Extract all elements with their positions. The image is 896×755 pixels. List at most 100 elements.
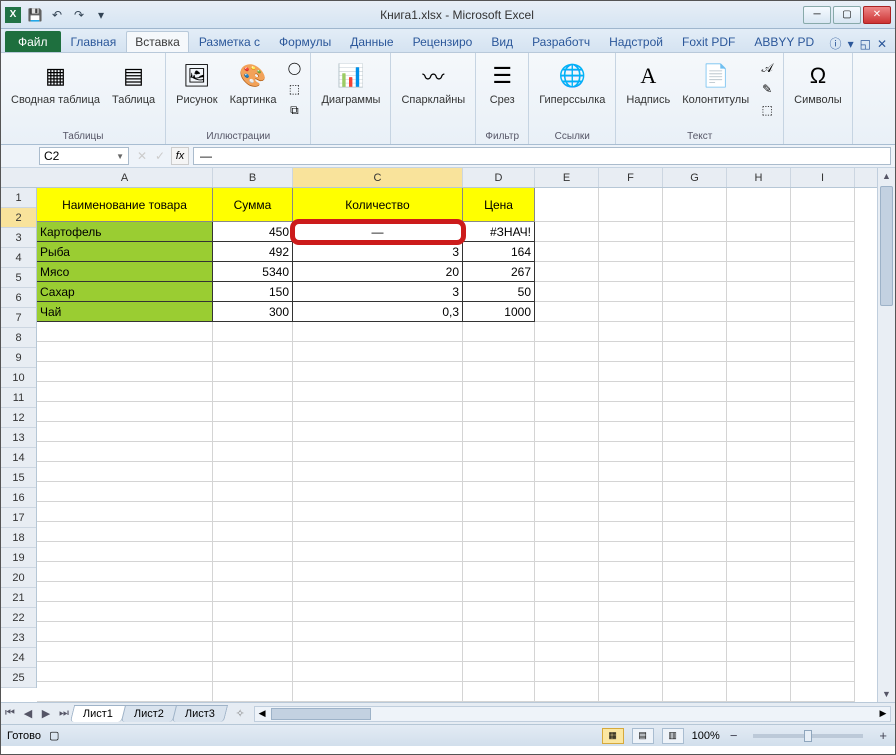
cell-E11[interactable] — [535, 402, 599, 422]
hscroll-thumb[interactable] — [271, 708, 371, 720]
cell-H22[interactable] — [727, 622, 791, 642]
cell-A16[interactable] — [37, 502, 213, 522]
scroll-thumb[interactable] — [880, 186, 893, 306]
cell-G20[interactable] — [663, 582, 727, 602]
cell-F21[interactable] — [599, 602, 663, 622]
cell-G4[interactable] — [663, 262, 727, 282]
cell-H21[interactable] — [727, 602, 791, 622]
cell-D11[interactable] — [463, 402, 535, 422]
row-header-15[interactable]: 15 — [1, 468, 36, 488]
help-icon[interactable]: ⓘ — [830, 35, 842, 52]
cell-E12[interactable] — [535, 422, 599, 442]
fx-button[interactable]: fx — [171, 147, 189, 165]
cell-D1[interactable]: Цена — [463, 188, 535, 222]
cell-A1[interactable]: Наименование товара — [37, 188, 213, 222]
cell-G22[interactable] — [663, 622, 727, 642]
cell-C20[interactable] — [293, 582, 463, 602]
cell-H24[interactable] — [727, 662, 791, 682]
cell-D12[interactable] — [463, 422, 535, 442]
tab-insert[interactable]: Вставка — [126, 31, 189, 52]
cell-A23[interactable] — [37, 642, 213, 662]
cell-B1[interactable]: Сумма — [213, 188, 293, 222]
cell-C13[interactable] — [293, 442, 463, 462]
cell-F6[interactable] — [599, 302, 663, 322]
enter-icon[interactable]: ✓ — [151, 147, 169, 165]
sheet-nav-first[interactable]: ⏮ — [1, 705, 19, 723]
cell-F10[interactable] — [599, 382, 663, 402]
cell-E9[interactable] — [535, 362, 599, 382]
cell-A6[interactable]: Чай — [37, 302, 213, 322]
scroll-left-icon[interactable]: ◀ — [255, 707, 269, 721]
scroll-down-icon[interactable]: ▼ — [878, 686, 895, 702]
cell-B24[interactable] — [213, 662, 293, 682]
col-header-F[interactable]: F — [599, 168, 663, 187]
cell-G15[interactable] — [663, 482, 727, 502]
cell-F5[interactable] — [599, 282, 663, 302]
col-header-G[interactable]: G — [663, 168, 727, 187]
cell-B21[interactable] — [213, 602, 293, 622]
cell-B11[interactable] — [213, 402, 293, 422]
cell-A4[interactable]: Мясо — [37, 262, 213, 282]
cell-G7[interactable] — [663, 322, 727, 342]
cell-I6[interactable] — [791, 302, 855, 322]
cell-I9[interactable] — [791, 362, 855, 382]
cell-C16[interactable] — [293, 502, 463, 522]
cell-E10[interactable] — [535, 382, 599, 402]
cell-B9[interactable] — [213, 362, 293, 382]
row-header-18[interactable]: 18 — [1, 528, 36, 548]
row-header-4[interactable]: 4 — [1, 248, 36, 268]
tab-addins[interactable]: Надстрой — [600, 31, 672, 52]
cell-D20[interactable] — [463, 582, 535, 602]
cell-F8[interactable] — [599, 342, 663, 362]
undo-button[interactable]: ↶ — [47, 5, 67, 25]
select-all-corner[interactable] — [1, 168, 37, 188]
row-header-14[interactable]: 14 — [1, 448, 36, 468]
cell-H23[interactable] — [727, 642, 791, 662]
cell-C21[interactable] — [293, 602, 463, 622]
zoom-knob[interactable] — [804, 730, 812, 742]
sheet-tab-3[interactable]: Лист3 — [172, 705, 228, 722]
cell-H16[interactable] — [727, 502, 791, 522]
scroll-right-icon[interactable]: ▶ — [876, 707, 890, 721]
cell-E4[interactable] — [535, 262, 599, 282]
sparklines-button[interactable]: 〰Спарклайны — [397, 58, 469, 108]
cell-A17[interactable] — [37, 522, 213, 542]
cell-G1[interactable] — [663, 188, 727, 222]
cell-B22[interactable] — [213, 622, 293, 642]
cell-B14[interactable] — [213, 462, 293, 482]
cell-H7[interactable] — [727, 322, 791, 342]
cell-A21[interactable] — [37, 602, 213, 622]
cells-area[interactable]: Наименование товараСуммаКоличествоЦенаКа… — [37, 188, 877, 702]
cell-H20[interactable] — [727, 582, 791, 602]
cell-E20[interactable] — [535, 582, 599, 602]
cell-I5[interactable] — [791, 282, 855, 302]
cell-F1[interactable] — [599, 188, 663, 222]
row-header-3[interactable]: 3 — [1, 228, 36, 248]
cell-D17[interactable] — [463, 522, 535, 542]
cell-E23[interactable] — [535, 642, 599, 662]
cell-E15[interactable] — [535, 482, 599, 502]
cell-A13[interactable] — [37, 442, 213, 462]
pivot-table-button[interactable]: ▦Сводная таблица — [7, 58, 104, 108]
cell-G23[interactable] — [663, 642, 727, 662]
cell-H2[interactable] — [727, 222, 791, 242]
row-header-8[interactable]: 8 — [1, 328, 36, 348]
cell-E22[interactable] — [535, 622, 599, 642]
cell-H13[interactable] — [727, 442, 791, 462]
row-header-7[interactable]: 7 — [1, 308, 36, 328]
cell-F25[interactable] — [599, 682, 663, 702]
cell-A2[interactable]: Картофель — [37, 222, 213, 242]
cell-I23[interactable] — [791, 642, 855, 662]
sheet-tab-1[interactable]: Лист1 — [70, 705, 126, 722]
cell-I21[interactable] — [791, 602, 855, 622]
cell-A18[interactable] — [37, 542, 213, 562]
cell-E8[interactable] — [535, 342, 599, 362]
tab-review[interactable]: Рецензиро — [404, 31, 482, 52]
col-header-D[interactable]: D — [463, 168, 535, 187]
namebox-dropdown-icon[interactable]: ▼ — [116, 152, 124, 161]
cell-D13[interactable] — [463, 442, 535, 462]
cell-E21[interactable] — [535, 602, 599, 622]
cell-B10[interactable] — [213, 382, 293, 402]
cell-F19[interactable] — [599, 562, 663, 582]
row-header-5[interactable]: 5 — [1, 268, 36, 288]
